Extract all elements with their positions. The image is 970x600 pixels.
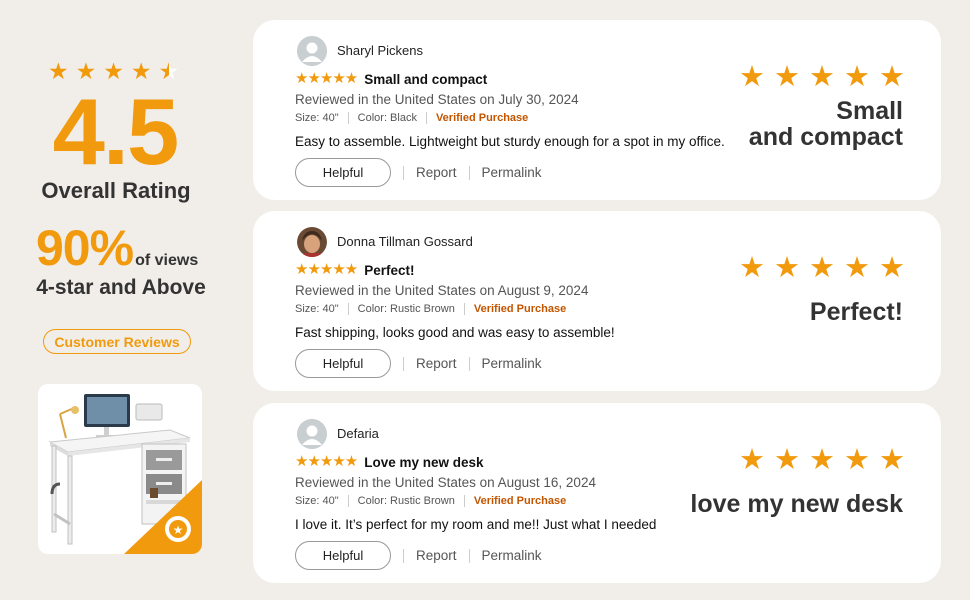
star-icon: ★ [809,444,835,476]
review-meta: Size: 40" Color: Rustic Brown Verified P… [295,495,566,507]
helpful-button[interactable]: Helpful [295,158,391,187]
star-icon: ★ [809,252,835,284]
star-icon: ★ [879,444,905,476]
divider [463,303,465,315]
user-photo-avatar [297,227,327,257]
highlight-star-rating: ★ ★ ★ ★ ★ [739,253,905,283]
star-icon: ★ [774,61,800,93]
percent-line: 90% of views [36,219,198,277]
review-title[interactable]: Love my new desk [364,455,483,470]
review-actions: Helpful Report Permalink [295,349,542,378]
product-image: ★ [38,384,202,554]
default-user-icon [297,36,327,66]
helpful-button[interactable]: Helpful [295,541,391,570]
review-title[interactable]: Small and compact [364,72,487,87]
review-author[interactable]: Defaria [337,426,379,441]
review-card: Defaria ★★★★★ Love my new desk Reviewed … [253,403,941,583]
five-star-icon: ★★★★★ [295,70,358,87]
review-author[interactable]: Donna Tillman Gossard [337,234,473,249]
review-meta: Size: 40" Color: Rustic Brown Verified P… [295,303,566,315]
report-link[interactable]: Report [416,165,457,180]
star-icon: ★ [879,252,905,284]
star-icon: ★ [844,444,870,476]
star-icon: ★ [774,444,800,476]
star-icon: ★ [739,444,765,476]
customer-reviews-badge: Customer Reviews [43,329,191,354]
review-date: Reviewed in the United States on August … [295,475,596,490]
review-card: Donna Tillman Gossard ★★★★★ Perfect! Rev… [253,211,941,391]
divider [347,495,349,507]
permalink-link[interactable]: Permalink [482,548,542,563]
verified-purchase-badge: Verified Purchase [473,495,567,507]
divider [468,548,470,563]
divider [463,495,465,507]
review-body: I love it. It’s perfect for my room and … [295,517,657,532]
review-rating: ★★★★★ Love my new desk [295,453,484,471]
size-label: Size: 40" [295,112,339,124]
report-link[interactable]: Report [416,548,457,563]
size-label: Size: 40" [295,303,339,315]
review-meta: Size: 40" Color: Black Verified Purchase [295,112,528,124]
review-date: Reviewed in the United States on July 30… [295,92,579,107]
review-body: Fast shipping, looks good and was easy t… [295,325,615,340]
divider [468,356,470,371]
star-icon: ★ [739,61,765,93]
review-highlight: Small and compact [748,97,903,151]
divider [403,356,404,371]
overall-rating-label: Overall Rating [41,178,191,203]
review-highlight: Perfect! [809,298,903,326]
divider [347,303,349,315]
rating-summary: ★ ★ ★ ★ ★ 4.5 Overall Rating 90% of views… [0,0,235,600]
star-icon: ★ [809,61,835,93]
divider [425,112,427,124]
helpful-button[interactable]: Helpful [295,349,391,378]
percent-value: 90% [36,220,134,276]
review-highlight: love my new desk [690,490,903,518]
five-star-icon: ★★★★★ [295,453,358,470]
star-icon: ★ [844,61,870,93]
overall-rating-value: 4.5 [52,79,180,184]
verified-purchase-badge: Verified Purchase [473,303,567,315]
divider [468,165,470,180]
color-label: Color: Rustic Brown [357,495,455,507]
divider [403,548,404,563]
star-icon: ★ [879,61,905,93]
permalink-link[interactable]: Permalink [482,356,542,371]
review-card: Sharyl Pickens ★★★★★ Small and compact R… [253,20,941,200]
percent-label: 4-star and Above [36,276,206,299]
size-label: Size: 40" [295,495,339,507]
award-badge-icon: ★ [165,516,191,542]
five-star-icon: ★★★★★ [295,261,358,278]
divider [403,165,404,180]
highlight-star-rating: ★ ★ ★ ★ ★ [739,62,905,92]
star-icon: ★ [844,252,870,284]
review-actions: Helpful Report Permalink [295,158,542,187]
permalink-link[interactable]: Permalink [482,165,542,180]
highlight-star-rating: ★ ★ ★ ★ ★ [739,445,905,475]
review-rating: ★★★★★ Perfect! [295,261,415,279]
review-actions: Helpful Report Permalink [295,541,542,570]
svg-text:★: ★ [173,523,184,537]
color-label: Color: Black [357,112,417,124]
review-rating: ★★★★★ Small and compact [295,70,487,88]
percent-suffix: of views [135,252,199,269]
default-user-icon [297,419,327,449]
review-author[interactable]: Sharyl Pickens [337,43,423,58]
divider [347,112,349,124]
verified-purchase-badge: Verified Purchase [435,112,529,124]
review-title[interactable]: Perfect! [364,263,414,278]
star-icon: ★ [739,252,765,284]
review-body: Easy to assemble. Lightweight but sturdy… [295,134,725,149]
report-link[interactable]: Report [416,356,457,371]
star-icon: ★ [774,252,800,284]
review-date: Reviewed in the United States on August … [295,283,589,298]
color-label: Color: Rustic Brown [357,303,455,315]
